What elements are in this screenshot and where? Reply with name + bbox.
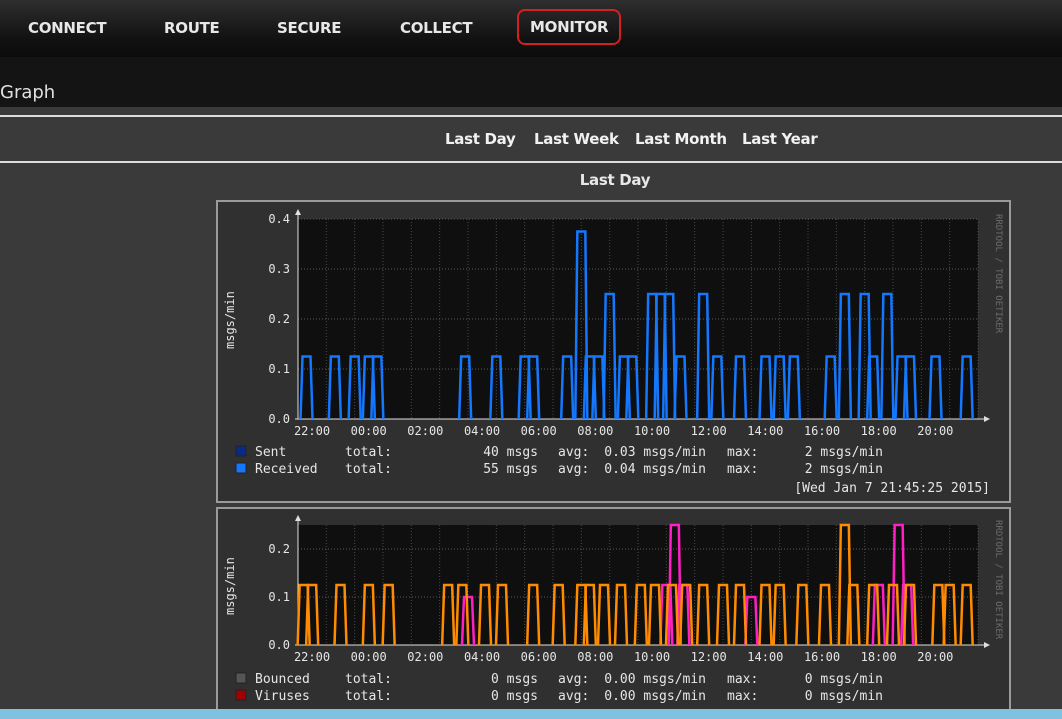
page-title: Graph [0,82,56,103]
legend-avg-label: avg: [558,689,589,704]
graph-panel-filtering: 0.0 0.1 0.2 22:00 00:00 02:00 04:00 06:00 08:00 1… [216,507,1011,719]
legend-avg-label: avg: [558,672,589,687]
legend-max: 0 msgs/min [805,672,883,687]
x-tick-label: 14:00 [747,424,783,438]
x-tick-label: 04:00 [464,424,500,438]
nav-route[interactable]: ROUTE [164,11,220,45]
y-axis-label: msgs/min [223,291,237,349]
x-tick-label: 16:00 [804,650,840,664]
x-tick-label: 08:00 [577,424,613,438]
x-tick-label: 16:00 [804,424,840,438]
section-title: Last Day [579,171,651,189]
legend-swatch [235,689,247,701]
x-tick-label: 18:00 [861,424,897,438]
legend-avg: 0.00 msgs/min [604,672,706,687]
legend-label: Viruses [255,689,310,704]
nav-collect[interactable]: COLLECT [400,11,473,45]
legend-avg: 0.04 msgs/min [604,462,706,477]
legend-swatch [235,672,247,684]
y-tick-label: 0.0 [268,638,290,652]
graph-panel-traffic: 0.0 0.1 0.2 0.3 0.4 22:00 00:00 02:00 04:00 06:00… [216,200,1011,503]
y-tick-label: 0.1 [268,362,290,376]
filtering-chart: 0.0 0.1 0.2 22:00 00:00 02:00 04:00 06:00 08:00 1… [223,515,1003,704]
x-tick-label: 02:00 [407,650,443,664]
x-tick-label: 22:00 [294,650,330,664]
page-header: Graph [0,57,1062,107]
y-axis-label: msgs/min [223,557,237,615]
x-tick-label: 12:00 [691,650,727,664]
x-tick-label: 12:00 [691,424,727,438]
legend-max: 0 msgs/min [805,689,883,704]
legend-max-label: max: [727,689,758,704]
nav-secure[interactable]: SECURE [277,11,342,45]
legend-avg-label: avg: [558,445,589,460]
x-tick-label: 02:00 [407,424,443,438]
y-tick-label: 0.0 [268,412,290,426]
legend-label: Received [255,462,318,477]
x-axis-arrow [984,642,990,648]
legend-total: 40 msgs [483,445,538,460]
timestamp: [Wed Jan 7 21:45:25 2015] [794,481,990,496]
y-axis-arrow [295,515,301,521]
watermark: RRDTOOL / TOBI OETIKER [993,520,1003,640]
legend-total-label: total: [345,462,392,477]
x-tick-label: 08:00 [577,650,613,664]
range-last-week[interactable]: Last Week [534,130,619,148]
legend-max-label: max: [727,462,758,477]
x-tick-label: 00:00 [351,424,387,438]
legend-max: 2 msgs/min [805,445,883,460]
bottom-strip [0,709,1062,719]
watermark: RRDTOOL / TOBI OETIKER [993,214,1003,334]
x-tick-label: 20:00 [917,424,953,438]
legend-avg: 0.03 msgs/min [604,445,706,460]
nav-connect[interactable]: CONNECT [28,11,107,45]
y-tick-label: 0.4 [268,212,290,226]
legend-total-label: total: [345,445,392,460]
range-last-month[interactable]: Last Month [635,130,727,148]
x-tick-label: 20:00 [917,650,953,664]
legend-max-label: max: [727,672,758,687]
y-tick-label: 0.2 [268,542,290,556]
legend-swatch [235,462,247,474]
legend-total: 0 msgs [491,689,538,704]
legend-total: 55 msgs [483,462,538,477]
y-tick-label: 0.1 [268,590,290,604]
legend-avg-label: avg: [558,462,589,477]
x-tick-label: 04:00 [464,650,500,664]
x-tick-label: 10:00 [634,650,670,664]
x-tick-label: 06:00 [521,424,557,438]
y-axis-arrow [295,209,301,215]
x-axis-arrow [984,416,990,422]
legend-avg: 0.00 msgs/min [604,689,706,704]
legend-label: Sent [255,445,286,460]
x-tick-label: 14:00 [747,650,783,664]
legend-max-label: max: [727,445,758,460]
y-tick-label: 0.3 [268,262,290,276]
divider [0,161,1062,163]
range-last-year[interactable]: Last Year [742,130,818,148]
x-tick-label: 18:00 [861,650,897,664]
traffic-chart: 0.0 0.1 0.2 0.3 0.4 22:00 00:00 02:00 04:00 06:00… [223,209,1003,496]
legend-total-label: total: [345,672,392,687]
top-nav: CONNECT ROUTE SECURE COLLECT MONITOR [0,0,1062,57]
range-last-day[interactable]: Last Day [445,130,516,148]
legend-label: Bounced [255,672,310,687]
x-tick-label: 00:00 [351,650,387,664]
legend-swatch [235,445,247,457]
x-tick-label: 22:00 [294,424,330,438]
legend-total: 0 msgs [491,672,538,687]
x-tick-label: 10:00 [634,424,670,438]
legend-max: 2 msgs/min [805,462,883,477]
x-tick-label: 06:00 [521,650,557,664]
nav-monitor[interactable]: MONITOR [517,9,622,45]
divider [0,115,1062,117]
legend-total-label: total: [345,689,392,704]
y-tick-label: 0.2 [268,312,290,326]
